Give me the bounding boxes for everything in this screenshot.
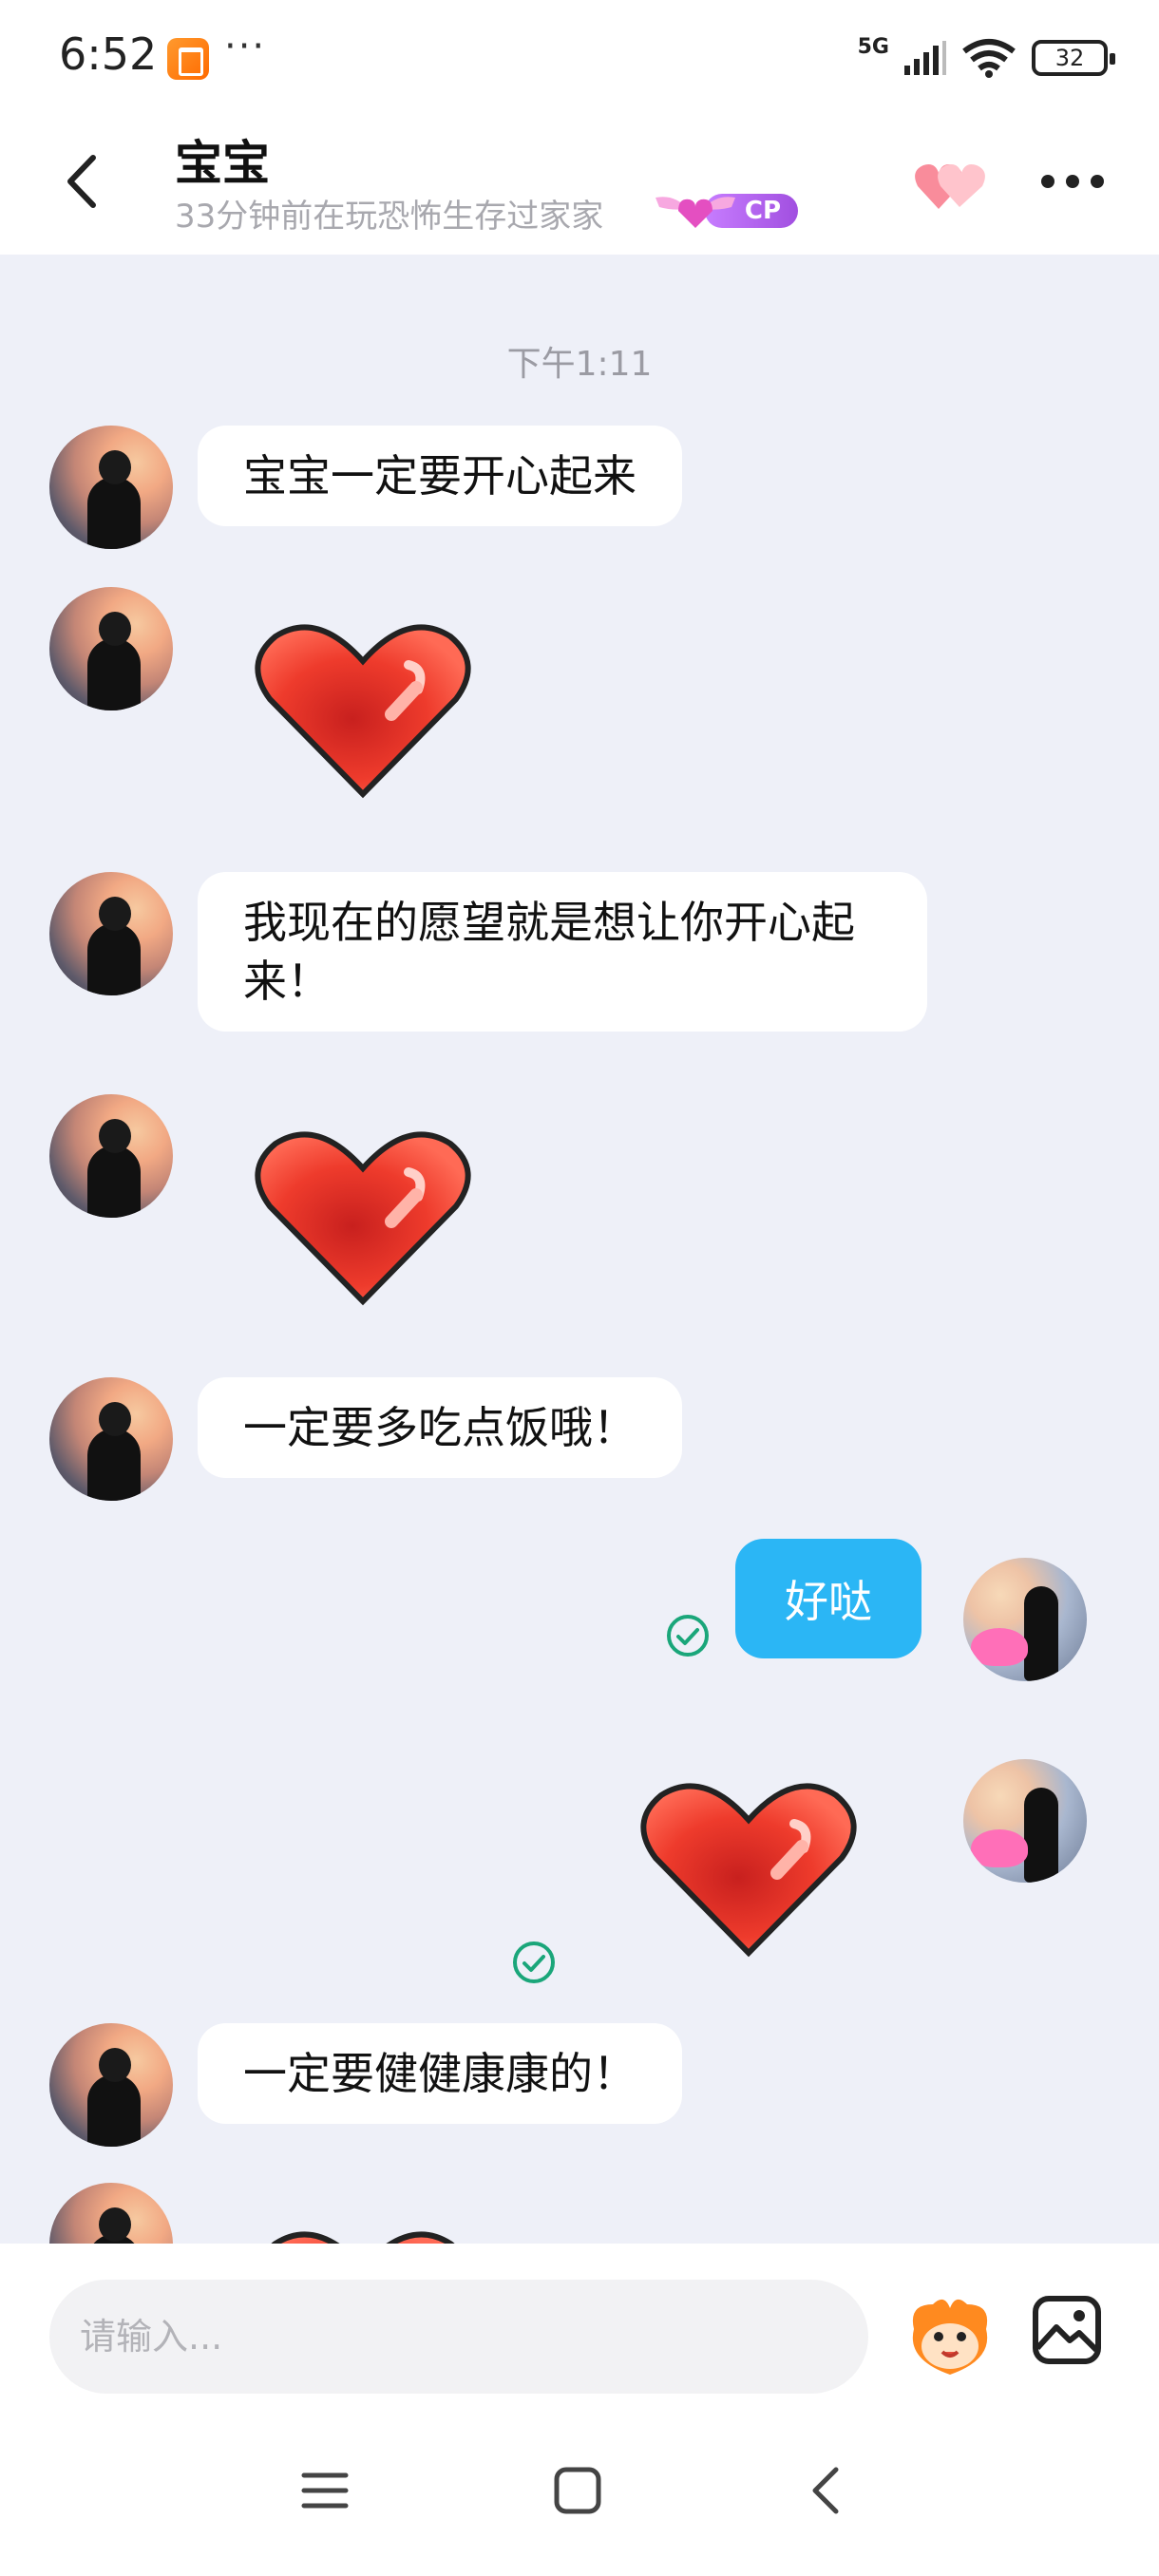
heart-sticker-icon[interactable] [249, 616, 477, 805]
heart-sticker-icon[interactable] [249, 2223, 477, 2244]
check-circle-icon [667, 1615, 709, 1657]
input-bar [0, 2244, 1159, 2396]
contact-status: 33分钟前在玩恐怖生存过家家 [175, 198, 604, 236]
more-notifications-icon: ··· [224, 25, 267, 68]
app-notification-icon [167, 38, 209, 80]
heart-sticker-icon[interactable] [249, 1123, 477, 1313]
heart-sticker-icon[interactable] [635, 1774, 863, 1964]
chat-header: 宝宝 33分钟前在玩恐怖生存过家家 CP [0, 114, 1159, 255]
message-bubble[interactable]: 宝宝一定要开心起来 [198, 426, 682, 526]
chat-area[interactable]: 下午1:11 宝宝一定要开心起来 我现在的愿望就是想让你开心起来！ 一定要多吃点… [0, 255, 1159, 2244]
message-bubble[interactable]: 我现在的愿望就是想让你开心起来！ [198, 872, 927, 1032]
contact-avatar[interactable] [49, 1377, 173, 1501]
battery-level: 32 [1054, 45, 1085, 71]
contact-avatar[interactable] [49, 587, 173, 710]
contact-avatar[interactable] [49, 2183, 173, 2244]
check-circle-icon [513, 1941, 555, 1983]
my-message-bubble[interactable]: 好哒 [735, 1539, 922, 1658]
cp-badge[interactable]: CP [650, 190, 798, 232]
my-avatar[interactable] [963, 1558, 1087, 1681]
system-nav-bar [0, 2396, 1159, 2576]
more-dot [1066, 175, 1079, 188]
image-icon[interactable] [1032, 2295, 1102, 2365]
battery-icon: 32 [1032, 40, 1115, 76]
double-heart-icon[interactable] [912, 152, 988, 215]
back-arrow-icon[interactable] [53, 148, 110, 215]
contact-avatar[interactable] [49, 2023, 173, 2147]
emoji-icon[interactable] [904, 2291, 996, 2382]
my-avatar[interactable] [963, 1759, 1087, 1883]
contact-name[interactable]: 宝宝 [175, 125, 270, 194]
status-indicators: 5G 32 [857, 34, 1115, 82]
network-type: 5G [857, 34, 889, 59]
contact-avatar[interactable] [49, 426, 173, 549]
menu-icon[interactable] [296, 2462, 353, 2519]
wing-heart-icon [656, 197, 735, 228]
message-input[interactable] [49, 2280, 868, 2394]
home-icon[interactable] [549, 2462, 606, 2519]
nav-back-icon[interactable] [800, 2462, 857, 2519]
message-bubble[interactable]: 一定要健健康康的！ [198, 2023, 682, 2124]
status-time: 6:52 [59, 28, 158, 80]
wifi-icon [962, 39, 1016, 78]
more-icon[interactable] [1041, 167, 1104, 196]
more-dot [1041, 175, 1054, 188]
status-bar: 6:52 ··· 5G 32 [0, 0, 1159, 114]
signal-icon [904, 41, 946, 75]
contact-avatar[interactable] [49, 1094, 173, 1218]
message-timestamp: 下午1:11 [506, 345, 653, 384]
message-bubble[interactable]: 一定要多吃点饭哦！ [198, 1377, 682, 1478]
contact-avatar[interactable] [49, 872, 173, 995]
more-dot [1091, 175, 1104, 188]
